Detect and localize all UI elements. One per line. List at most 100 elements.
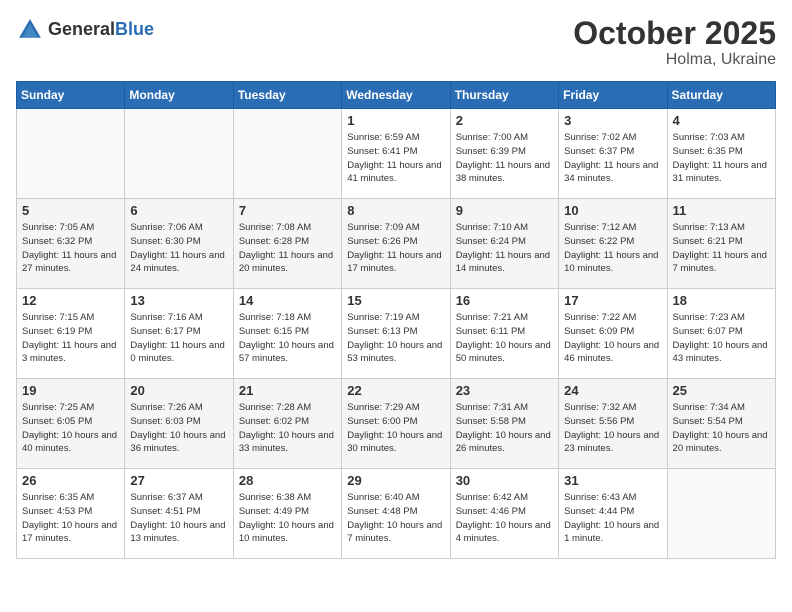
- calendar-week-row: 5Sunrise: 7:05 AM Sunset: 6:32 PM Daylig…: [17, 199, 776, 289]
- day-number: 4: [673, 113, 770, 128]
- calendar-cell: 26Sunrise: 6:35 AM Sunset: 4:53 PM Dayli…: [17, 469, 125, 559]
- day-info: Sunrise: 7:00 AM Sunset: 6:39 PM Dayligh…: [456, 131, 553, 186]
- day-number: 23: [456, 383, 553, 398]
- day-number: 16: [456, 293, 553, 308]
- calendar-week-row: 26Sunrise: 6:35 AM Sunset: 4:53 PM Dayli…: [17, 469, 776, 559]
- day-number: 25: [673, 383, 770, 398]
- calendar-cell: 25 Sunrise: 7:34 AM Sunset: 5:54 PM Dayli…: [667, 379, 775, 469]
- calendar-cell: 17Sunrise: 7:22 AM Sunset: 6:09 PM Dayli…: [559, 289, 667, 379]
- calendar-body: 1 Sunrise: 6:59 AM Sunset: 6:41 PM Daylig…: [17, 109, 776, 559]
- calendar-cell: 5Sunrise: 7:05 AM Sunset: 6:32 PM Daylig…: [17, 199, 125, 289]
- calendar-cell: 30Sunrise: 6:42 AM Sunset: 4:46 PM Dayli…: [450, 469, 558, 559]
- weekday-header: Friday: [559, 82, 667, 109]
- calendar-cell: 15 Sunrise: 7:19 AM Sunset: 6:13 PM Dayli…: [342, 289, 450, 379]
- calendar-cell: 6 Sunrise: 7:06 AM Sunset: 6:30 PM Daylig…: [125, 199, 233, 289]
- day-number: 3: [564, 113, 661, 128]
- calendar-cell: 2 Sunrise: 7:00 AM Sunset: 6:39 PM Daylig…: [450, 109, 558, 199]
- day-number: 27: [130, 473, 227, 488]
- calendar-cell: 4Sunrise: 7:03 AM Sunset: 6:35 PM Daylig…: [667, 109, 775, 199]
- logo-general: General: [48, 20, 115, 40]
- day-info: Sunrise: 7:31 AM Sunset: 5:58 PM Dayligh…: [456, 401, 553, 456]
- day-number: 8: [347, 203, 444, 218]
- day-number: 31: [564, 473, 661, 488]
- weekday-header: Monday: [125, 82, 233, 109]
- calendar-cell: 21 Sunrise: 7:28 AM Sunset: 6:02 PM Dayli…: [233, 379, 341, 469]
- day-info: Sunrise: 7:16 AM Sunset: 6:17 PM Dayligh…: [130, 311, 227, 366]
- day-info: Sunrise: 6:40 AM Sunset: 4:48 PM Dayligh…: [347, 491, 444, 546]
- day-number: 2: [456, 113, 553, 128]
- day-info: Sunrise: 7:12 AM Sunset: 6:22 PM Dayligh…: [564, 221, 661, 276]
- calendar-table: SundayMondayTuesdayWednesdayThursdayFrid…: [16, 81, 776, 559]
- day-info: Sunrise: 7:06 AM Sunset: 6:30 PM Dayligh…: [130, 221, 227, 276]
- day-info: Sunrise: 7:02 AM Sunset: 6:37 PM Dayligh…: [564, 131, 661, 186]
- calendar-cell: 1 Sunrise: 6:59 AM Sunset: 6:41 PM Daylig…: [342, 109, 450, 199]
- day-info: Sunrise: 7:21 AM Sunset: 6:11 PM Dayligh…: [456, 311, 553, 366]
- day-info: Sunrise: 7:15 AM Sunset: 6:19 PM Dayligh…: [22, 311, 119, 366]
- calendar-cell: 9 Sunrise: 7:10 AM Sunset: 6:24 PM Daylig…: [450, 199, 558, 289]
- day-info: Sunrise: 7:25 AM Sunset: 6:05 PM Dayligh…: [22, 401, 119, 456]
- day-number: 12: [22, 293, 119, 308]
- calendar-cell: 10 Sunrise: 7:12 AM Sunset: 6:22 PM Dayli…: [559, 199, 667, 289]
- calendar-cell: 22Sunrise: 7:29 AM Sunset: 6:00 PM Dayli…: [342, 379, 450, 469]
- day-number: 9: [456, 203, 553, 218]
- day-info: Sunrise: 7:23 AM Sunset: 6:07 PM Dayligh…: [673, 311, 770, 366]
- calendar-cell: 23 Sunrise: 7:31 AM Sunset: 5:58 PM Dayli…: [450, 379, 558, 469]
- calendar-cell: 20Sunrise: 7:26 AM Sunset: 6:03 PM Dayli…: [125, 379, 233, 469]
- day-info: Sunrise: 7:28 AM Sunset: 6:02 PM Dayligh…: [239, 401, 336, 456]
- day-number: 10: [564, 203, 661, 218]
- day-number: 13: [130, 293, 227, 308]
- month-title: October 2025: [573, 16, 776, 51]
- day-number: 29: [347, 473, 444, 488]
- calendar-week-row: 12 Sunrise: 7:15 AM Sunset: 6:19 PM Dayli…: [17, 289, 776, 379]
- day-info: Sunrise: 7:34 AM Sunset: 5:54 PM Dayligh…: [673, 401, 770, 456]
- day-number: 11: [673, 203, 770, 218]
- day-info: Sunrise: 7:08 AM Sunset: 6:28 PM Dayligh…: [239, 221, 336, 276]
- day-number: 19: [22, 383, 119, 398]
- calendar-cell: 8 Sunrise: 7:09 AM Sunset: 6:26 PM Daylig…: [342, 199, 450, 289]
- day-number: 6: [130, 203, 227, 218]
- title-block: October 2025 Holma, Ukraine: [573, 16, 776, 69]
- day-number: 21: [239, 383, 336, 398]
- day-info: Sunrise: 7:13 AM Sunset: 6:21 PM Dayligh…: [673, 221, 770, 276]
- weekday-header: Tuesday: [233, 82, 341, 109]
- calendar-cell: 13 Sunrise: 7:16 AM Sunset: 6:17 PM Dayli…: [125, 289, 233, 379]
- day-number: 17: [564, 293, 661, 308]
- calendar-cell: 3 Sunrise: 7:02 AM Sunset: 6:37 PM Daylig…: [559, 109, 667, 199]
- calendar-cell: 31Sunrise: 6:43 AM Sunset: 4:44 PM Dayli…: [559, 469, 667, 559]
- day-info: Sunrise: 7:32 AM Sunset: 5:56 PM Dayligh…: [564, 401, 661, 456]
- day-info: Sunrise: 7:29 AM Sunset: 6:00 PM Dayligh…: [347, 401, 444, 456]
- calendar-cell: [125, 109, 233, 199]
- day-info: Sunrise: 6:59 AM Sunset: 6:41 PM Dayligh…: [347, 131, 444, 186]
- day-info: Sunrise: 7:26 AM Sunset: 6:03 PM Dayligh…: [130, 401, 227, 456]
- day-number: 30: [456, 473, 553, 488]
- logo-text: General Blue: [48, 20, 154, 40]
- calendar-week-row: 1 Sunrise: 6:59 AM Sunset: 6:41 PM Daylig…: [17, 109, 776, 199]
- calendar-cell: [17, 109, 125, 199]
- day-info: Sunrise: 7:10 AM Sunset: 6:24 PM Dayligh…: [456, 221, 553, 276]
- day-info: Sunrise: 6:38 AM Sunset: 4:49 PM Dayligh…: [239, 491, 336, 546]
- day-info: Sunrise: 7:18 AM Sunset: 6:15 PM Dayligh…: [239, 311, 336, 366]
- calendar-cell: 29 Sunrise: 6:40 AM Sunset: 4:48 PM Dayli…: [342, 469, 450, 559]
- logo-blue: Blue: [115, 20, 154, 40]
- calendar-cell: 18 Sunrise: 7:23 AM Sunset: 6:07 PM Dayli…: [667, 289, 775, 379]
- calendar-header: SundayMondayTuesdayWednesdayThursdayFrid…: [17, 82, 776, 109]
- day-number: 15: [347, 293, 444, 308]
- calendar-cell: 16 Sunrise: 7:21 AM Sunset: 6:11 PM Dayli…: [450, 289, 558, 379]
- calendar-cell: 28Sunrise: 6:38 AM Sunset: 4:49 PM Dayli…: [233, 469, 341, 559]
- day-number: 5: [22, 203, 119, 218]
- weekday-header: Saturday: [667, 82, 775, 109]
- day-info: Sunrise: 6:35 AM Sunset: 4:53 PM Dayligh…: [22, 491, 119, 546]
- day-number: 1: [347, 113, 444, 128]
- calendar-cell: 14 Sunrise: 7:18 AM Sunset: 6:15 PM Dayli…: [233, 289, 341, 379]
- calendar-cell: 7Sunrise: 7:08 AM Sunset: 6:28 PM Daylig…: [233, 199, 341, 289]
- day-number: 24: [564, 383, 661, 398]
- day-info: Sunrise: 7:19 AM Sunset: 6:13 PM Dayligh…: [347, 311, 444, 366]
- calendar-cell: 11 Sunrise: 7:13 AM Sunset: 6:21 PM Dayli…: [667, 199, 775, 289]
- day-info: Sunrise: 6:37 AM Sunset: 4:51 PM Dayligh…: [130, 491, 227, 546]
- day-number: 18: [673, 293, 770, 308]
- location-title: Holma, Ukraine: [573, 51, 776, 69]
- day-number: 14: [239, 293, 336, 308]
- calendar-cell: [233, 109, 341, 199]
- calendar-cell: 24 Sunrise: 7:32 AM Sunset: 5:56 PM Dayli…: [559, 379, 667, 469]
- day-info: Sunrise: 7:09 AM Sunset: 6:26 PM Dayligh…: [347, 221, 444, 276]
